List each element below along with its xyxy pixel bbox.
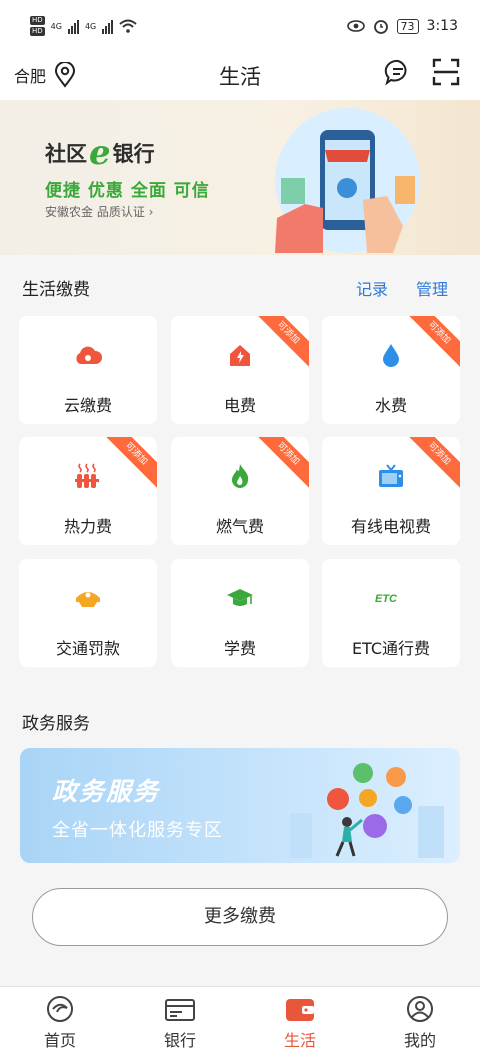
tab-label: 我的 bbox=[403, 1031, 436, 1050]
svg-text:ETC: ETC bbox=[375, 593, 398, 605]
bottom-tab-bar: 首页 银行 生活 我的 bbox=[0, 986, 480, 1061]
tile-etc[interactable]: ETC ETC通行费 bbox=[322, 559, 460, 667]
tile-cable-tv[interactable]: 有线电视费 可添加 bbox=[322, 437, 460, 545]
gov-illustration bbox=[290, 763, 444, 858]
police-cap-icon bbox=[76, 592, 100, 607]
home-icon bbox=[47, 996, 73, 1022]
addable-ribbon: 可添加 bbox=[249, 437, 309, 493]
profile-icon bbox=[407, 996, 433, 1022]
city-label: 合肥 bbox=[14, 67, 47, 86]
app-header: 合肥 生活 bbox=[0, 52, 480, 100]
phone-shop-illustration bbox=[275, 130, 415, 253]
tile-label: 电费 bbox=[223, 396, 256, 415]
card-icon bbox=[165, 999, 195, 1021]
banner-subtitle: 安徽农金 品质认证 › bbox=[45, 205, 154, 219]
message-icon[interactable] bbox=[384, 58, 412, 86]
tile-label: 学费 bbox=[223, 639, 256, 658]
banner-title: 社区 e 银行 bbox=[45, 133, 155, 173]
battery-indicator: 73 bbox=[396, 18, 419, 34]
tile-label: 有线电视费 bbox=[350, 517, 431, 536]
tv-icon bbox=[379, 464, 403, 487]
tab-life[interactable]: 生活 bbox=[240, 987, 360, 1061]
alarm-icon bbox=[373, 20, 388, 34]
banner-slogan: 便捷 优惠 全面 可信 bbox=[45, 181, 210, 201]
addable-ribbon: 可添加 bbox=[400, 316, 460, 372]
gov-banner-subtitle: 全省一体化服务专区 bbox=[52, 820, 223, 841]
manage-link[interactable]: 管理 bbox=[416, 276, 448, 300]
scan-icon[interactable] bbox=[432, 58, 460, 86]
tab-label: 银行 bbox=[163, 1031, 196, 1050]
tile-label: ETC通行费 bbox=[351, 639, 431, 658]
water-drop-icon bbox=[383, 344, 399, 367]
wifi-icon bbox=[119, 19, 137, 33]
tab-mine[interactable]: 我的 bbox=[360, 987, 480, 1061]
electricity-icon bbox=[230, 345, 250, 366]
gas-flame-icon bbox=[232, 464, 249, 488]
addable-ribbon: 可添加 bbox=[249, 316, 309, 372]
signal-icon bbox=[67, 18, 79, 34]
gov-service-banner[interactable]: 政务服务 全省一体化服务专区 bbox=[20, 748, 460, 863]
tile-traffic-fine[interactable]: 交通罚款 bbox=[19, 559, 157, 667]
tile-water[interactable]: 水费 可添加 bbox=[322, 316, 460, 424]
addable-ribbon: 可添加 bbox=[97, 437, 157, 493]
banner-illustration bbox=[275, 108, 420, 253]
tile-label: 热力费 bbox=[63, 517, 112, 536]
tile-gas[interactable]: 燃气费 可添加 bbox=[171, 437, 309, 545]
city-selector[interactable]: 合肥 bbox=[14, 62, 76, 88]
network-type-1: 4G bbox=[50, 21, 62, 31]
status-bar: HD HD 4G 4G 73 3:13 bbox=[0, 0, 480, 52]
payments-section-title: 生活缴费 bbox=[22, 280, 90, 300]
tab-bank[interactable]: 银行 bbox=[120, 987, 240, 1061]
network-type-2: 4G bbox=[84, 21, 97, 31]
tile-label: 云缴费 bbox=[63, 396, 112, 415]
tab-home[interactable]: 首页 bbox=[0, 987, 120, 1061]
tile-label: 交通罚款 bbox=[55, 639, 120, 658]
eye-icon bbox=[346, 20, 365, 32]
tile-heating[interactable]: 热力费 可添加 bbox=[19, 437, 157, 545]
heating-icon bbox=[75, 463, 99, 488]
payments-actions: 记录 管理 bbox=[356, 276, 448, 300]
tile-tuition[interactable]: 学费 bbox=[171, 559, 309, 667]
graduation-cap-icon bbox=[227, 589, 253, 606]
more-payments-button[interactable]: 更多缴费 bbox=[32, 888, 448, 946]
community-bank-banner[interactable]: 社区 e 银行 便捷 优惠 全面 可信 安徽农金 品质认证 › bbox=[0, 100, 480, 255]
tile-label: 燃气费 bbox=[215, 517, 264, 536]
gov-banner-title: 政务服务 bbox=[52, 777, 161, 806]
signal-icon bbox=[102, 18, 114, 34]
tab-label: 首页 bbox=[43, 1031, 76, 1050]
tile-electricity[interactable]: 电费 可添加 bbox=[171, 316, 309, 424]
gov-section-title: 政务服务 bbox=[22, 714, 90, 734]
addable-ribbon: 可添加 bbox=[400, 437, 460, 493]
etc-icon: ETC bbox=[375, 593, 398, 605]
clock: 3:13 bbox=[426, 18, 458, 34]
tile-cloud-pay[interactable]: 云缴费 bbox=[19, 316, 157, 424]
hd-indicator: HD HD bbox=[30, 16, 45, 36]
tile-label: 水费 bbox=[374, 396, 407, 415]
location-pin-icon bbox=[55, 62, 76, 88]
record-link[interactable]: 记录 bbox=[356, 276, 388, 300]
page-title: 生活 bbox=[219, 65, 261, 89]
wallet-icon bbox=[286, 999, 314, 1021]
cloud-pay-icon bbox=[76, 346, 103, 364]
tab-label: 生活 bbox=[283, 1031, 316, 1050]
